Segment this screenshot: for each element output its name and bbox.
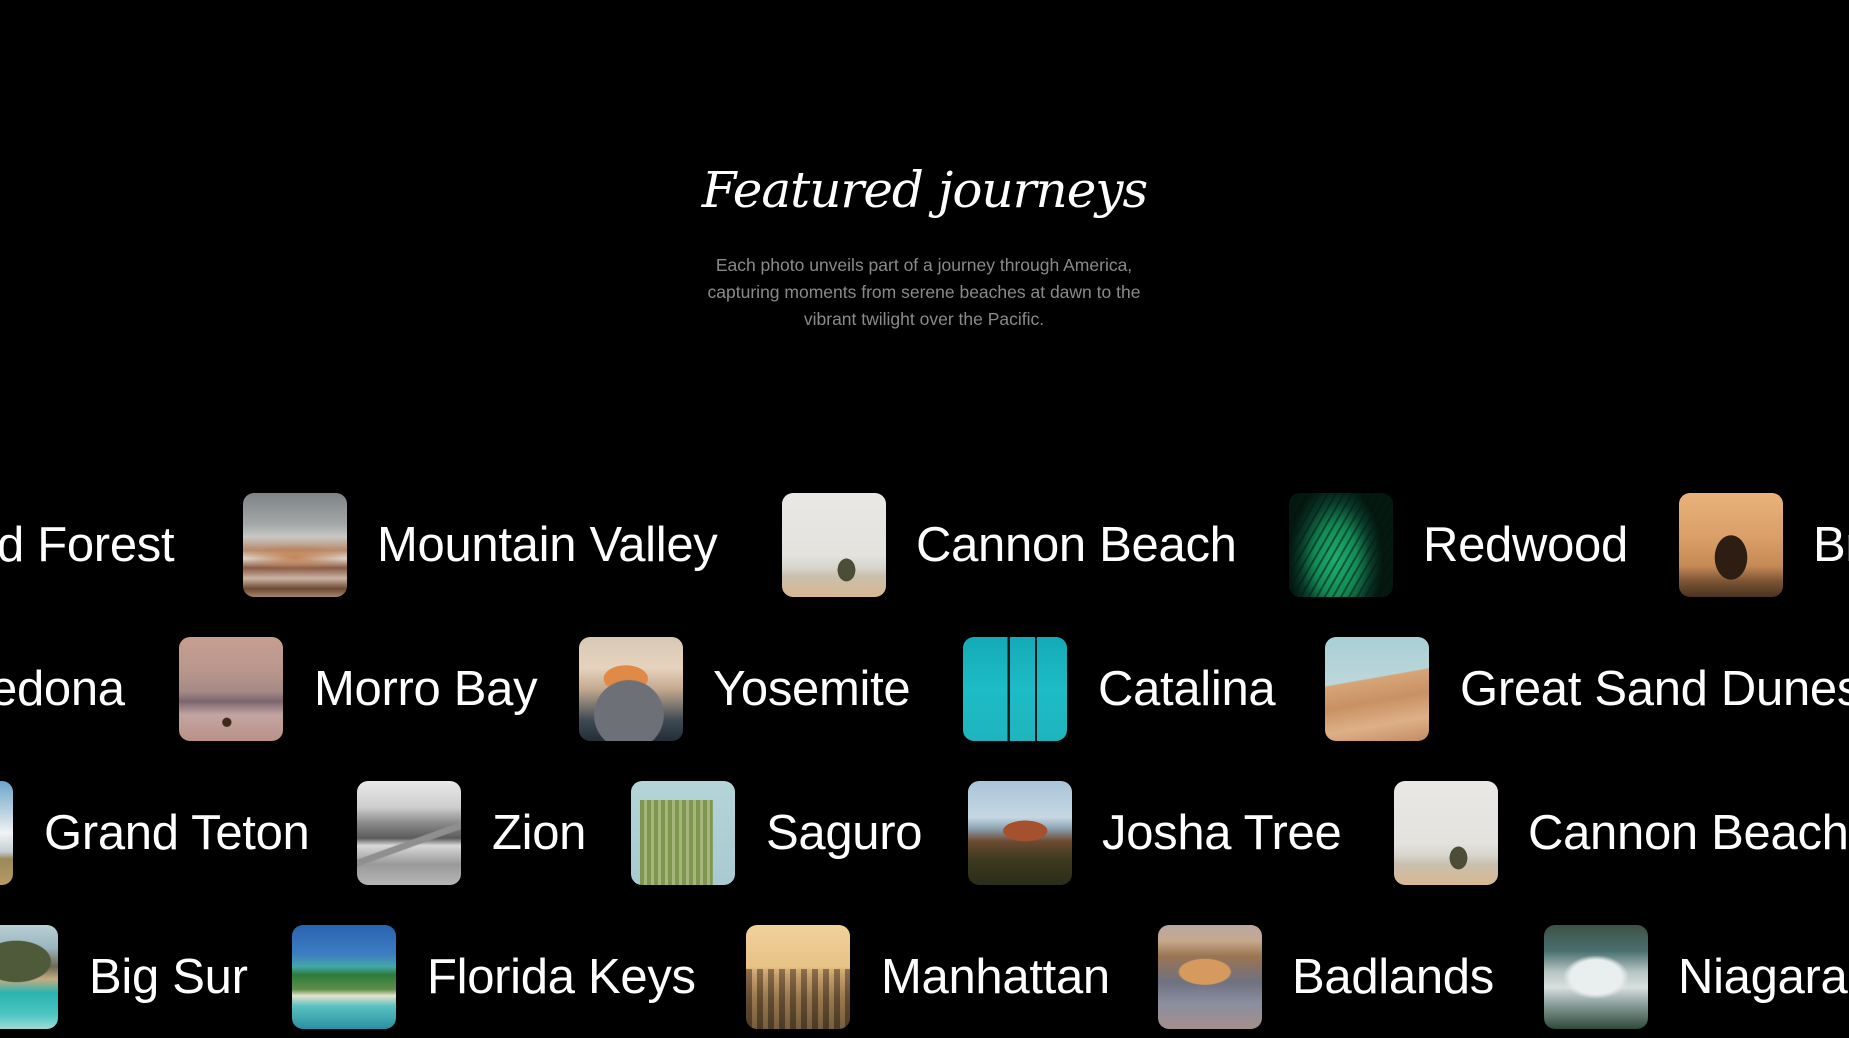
saguaro-cactus-photo — [631, 781, 735, 885]
catalina-palms-photo — [963, 637, 1067, 741]
badlands-photo — [1158, 925, 1262, 1029]
journey-label: Br — [1813, 518, 1849, 572]
subtitle-line: vibrant twilight over the Pacific. — [803, 309, 1045, 329]
cannon-beach-photo — [782, 493, 886, 597]
journey-label: edona — [0, 662, 125, 716]
journey-label: Niagara — [1678, 950, 1848, 1004]
journey-marquee-row-3: Grand Teton Zion Saguro Josha Tree Canno… — [0, 781, 1849, 885]
journey-marquee-row-4: Big Sur Florida Keys Manhattan Badlands … — [0, 925, 1849, 1029]
journey-marquee-row-2: edona Morro Bay Yosemite Catalina Great … — [0, 637, 1849, 741]
journey-label: Great Sand Dunes — [1460, 662, 1849, 716]
mountain-valley-photo — [243, 493, 347, 597]
florida-keys-photo — [292, 925, 396, 1029]
page-subtitle: Each photo unveils part of a journey thr… — [674, 252, 1174, 333]
journey-marquee-row-1: ed Forest Mountain Valley Cannon Beach R… — [0, 493, 1849, 597]
big-sur-coast-photo — [0, 925, 58, 1029]
cannon-beach-photo — [1394, 781, 1498, 885]
journey-label: Grand Teton — [44, 806, 310, 860]
grand-teton-photo — [0, 781, 13, 885]
morro-bay-bird-photo — [179, 637, 283, 741]
subtitle-line: capturing moments from serene beaches at… — [707, 282, 1141, 302]
journey-label: Manhattan — [881, 950, 1110, 1004]
journey-label: Saguro — [766, 806, 923, 860]
page-title: Featured journeys — [701, 161, 1148, 219]
journey-label: Badlands — [1292, 950, 1494, 1004]
butte-rock-photo — [968, 781, 1072, 885]
niagara-falls-photo — [1544, 925, 1648, 1029]
redwood-fern-photo — [1289, 493, 1393, 597]
manhattan-skyline-photo — [746, 925, 850, 1029]
sand-dunes-photo — [1325, 637, 1429, 741]
journey-label: Redwood — [1423, 518, 1628, 572]
zion-road-photo — [357, 781, 461, 885]
journey-label: Morro Bay — [314, 662, 538, 716]
journey-label: Zion — [492, 806, 587, 860]
journey-label: Catalina — [1098, 662, 1276, 716]
journey-label: Big Sur — [89, 950, 248, 1004]
haystack-rock-sunset-photo — [1679, 493, 1783, 597]
yosemite-half-dome-photo — [579, 637, 683, 741]
journey-label: Florida Keys — [427, 950, 696, 1004]
journey-label: Yosemite — [713, 662, 911, 716]
journey-label: Cannon Beach — [1528, 806, 1849, 860]
journey-label: Mountain Valley — [377, 518, 718, 572]
journey-label: Cannon Beach — [916, 518, 1237, 572]
subtitle-line: Each photo unveils part of a journey thr… — [715, 255, 1133, 275]
journey-label: Josha Tree — [1102, 806, 1342, 860]
journey-label: ed Forest — [0, 518, 175, 572]
